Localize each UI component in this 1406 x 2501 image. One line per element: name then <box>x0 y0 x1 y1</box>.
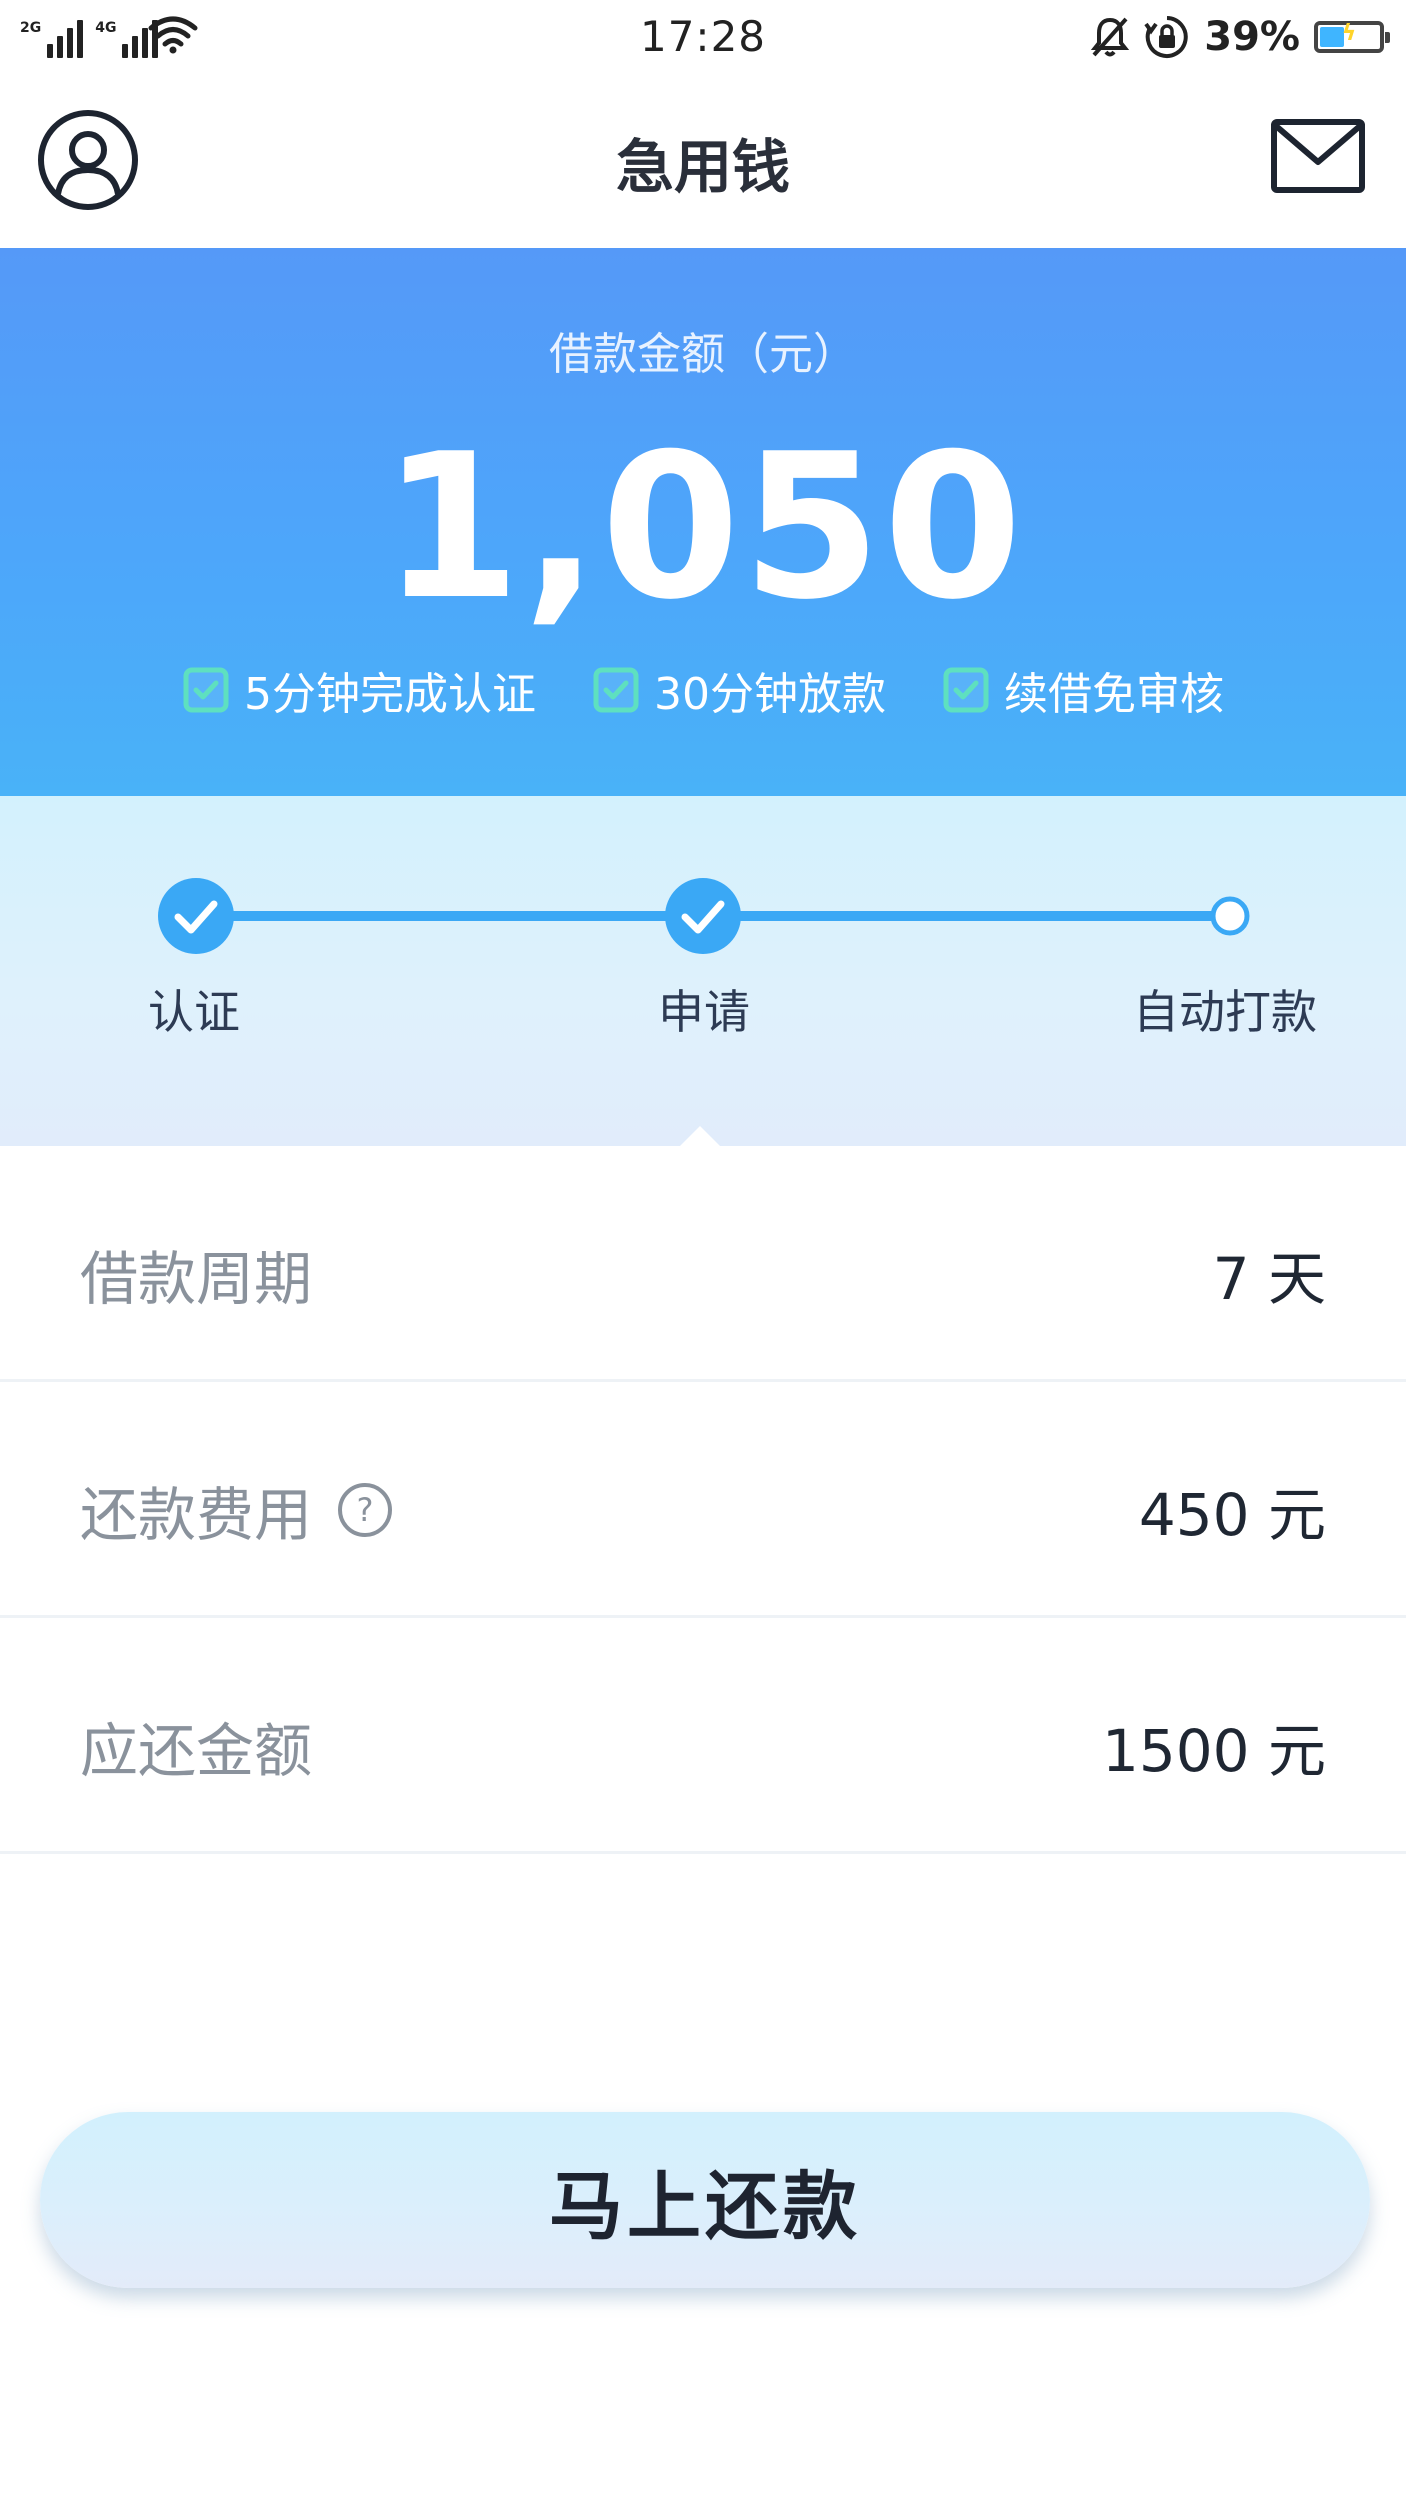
step-label-apply: 申请 <box>658 985 750 1039</box>
help-circle-icon[interactable]: ? <box>336 1481 394 1539</box>
repay-now-button[interactable]: 马上还款 <box>40 2112 1370 2288</box>
step-label-auto-pay: 自动打款 <box>1133 985 1317 1039</box>
detail-row-period: 借款周期 7 天 <box>0 1146 1406 1382</box>
loan-amount-label: 借款金额（元） <box>549 329 857 380</box>
detail-value: 7 天 <box>1212 1245 1326 1313</box>
feature-item-disburse: 30分钟放款 <box>592 658 886 722</box>
feature-label: 5分钟完成认证 <box>244 669 536 720</box>
feature-item-renew: 续借免审核 <box>942 658 1224 722</box>
battery-icon: ϟ <box>1314 21 1390 53</box>
step-1-done-icon <box>158 878 234 954</box>
loan-amount-banner: 借款金额（元） 1,050 5分钟完成认证 30分钟放款 续借免审核 <box>0 248 1406 796</box>
detail-label: 应还金额 <box>80 1717 313 1785</box>
detail-label: 还款费用 <box>80 1481 313 1549</box>
detail-value: 1500 元 <box>1101 1717 1326 1785</box>
checkbox-checked-icon <box>593 667 639 713</box>
step-2-done-icon <box>665 878 741 954</box>
checkbox-checked-icon <box>943 667 989 713</box>
detail-label: 借款周期 <box>80 1245 313 1313</box>
detail-row-total: 应还金额 1500 元 <box>0 1618 1406 1854</box>
feature-item-verify: 5分钟完成认证 <box>182 658 536 722</box>
progress-steps: 认证 申请 自动打款 <box>0 796 1406 1146</box>
mute-icon <box>1091 17 1130 57</box>
feature-label: 续借免审核 <box>1004 669 1224 720</box>
status-bar: 2G 4G 17:28 39% ϟ <box>0 0 1406 78</box>
status-right-group: 39% ϟ <box>1090 12 1390 62</box>
progress-track <box>158 878 1250 1146</box>
rotation-lock-icon <box>1144 16 1188 58</box>
svg-text:?: ? <box>357 1491 374 1529</box>
loan-details-list: 借款周期 7 天 还款费用 ? 450 元 应还金额 1500 元 <box>0 1146 1406 1854</box>
step-label-verify: 认证 <box>148 985 240 1039</box>
step-3-pending-icon <box>1210 896 1250 936</box>
nav-bar: 急用钱 <box>0 78 1406 248</box>
checkbox-checked-icon <box>183 667 229 713</box>
detail-row-fee: 还款费用 ? 450 元 <box>0 1382 1406 1618</box>
detail-value: 450 元 <box>1138 1481 1326 1549</box>
page-title: 急用钱 <box>615 133 790 201</box>
mail-icon[interactable] <box>1270 118 1366 194</box>
feature-list: 5分钟完成认证 30分钟放款 续借免审核 <box>0 658 1406 722</box>
feature-label: 30分钟放款 <box>654 669 886 720</box>
loan-amount-value: 1,050 <box>381 411 1025 644</box>
battery-percent: 39% <box>1204 14 1300 60</box>
